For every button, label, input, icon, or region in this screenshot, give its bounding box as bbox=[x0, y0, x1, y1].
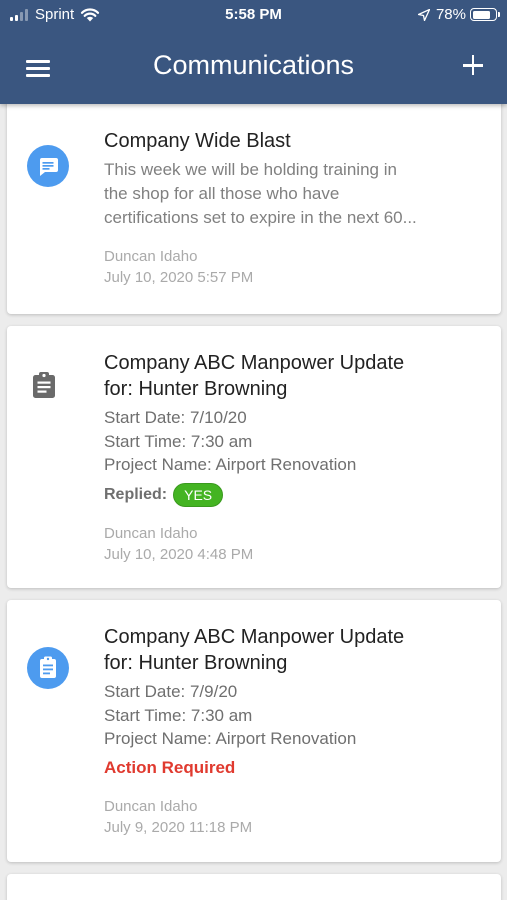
status-bar: Sprint 5:58 PM 78% bbox=[0, 0, 507, 32]
status-left: Sprint bbox=[10, 6, 100, 23]
app-bar: Communications bbox=[0, 32, 507, 104]
start-date: Start Date: 7/9/20 bbox=[104, 682, 238, 701]
start-time: Start Time: 7:30 am bbox=[104, 705, 253, 725]
preview-line: the shop for all those who have bbox=[104, 184, 340, 203]
wifi-icon bbox=[81, 8, 100, 22]
location-arrow-icon bbox=[417, 8, 430, 21]
message-icon bbox=[27, 145, 69, 187]
communications-list[interactable]: Company Wide Blast This week we will be … bbox=[0, 104, 507, 900]
status-right: 78% bbox=[417, 6, 500, 23]
status-badge: YES bbox=[173, 482, 224, 507]
card-title-line: Company ABC Manpower Update bbox=[104, 352, 405, 374]
clipboard-icon bbox=[33, 372, 55, 398]
author: Duncan Idaho bbox=[104, 797, 198, 815]
card-title: Company Wide Blast bbox=[104, 130, 291, 152]
project-name: Project Name: Airport Renovation bbox=[104, 729, 357, 748]
card-body: Company Wide Blast This week we will be … bbox=[104, 128, 485, 288]
card-title: Company ABC Manpower Update for: Hunter … bbox=[104, 350, 485, 402]
battery-icon bbox=[470, 8, 500, 21]
card-title-line: Company ABC Manpower Update bbox=[104, 626, 405, 648]
start-time: Start Time: 7:30 am bbox=[104, 431, 253, 451]
card-title: Company ABC Manpower Update for: Hunter … bbox=[104, 624, 485, 676]
battery-percent: 78% bbox=[435, 6, 466, 23]
page-title: Communications bbox=[152, 50, 355, 80]
action-required-label: Action Required bbox=[104, 757, 236, 777]
start-date: Start Date: 7/10/20 bbox=[104, 408, 247, 427]
preview-line: This week we will be holding training in bbox=[104, 160, 397, 179]
add-communication-button[interactable] bbox=[453, 46, 493, 86]
hamburger-menu-icon[interactable] bbox=[18, 50, 58, 86]
communication-card-partial[interactable] bbox=[7, 874, 501, 900]
card-body: Company ABC Manpower Update for: Hunter … bbox=[104, 350, 485, 565]
message-preview: This week we will be holding training in… bbox=[104, 158, 485, 230]
communication-card[interactable]: Company ABC Manpower Update for: Hunter … bbox=[7, 600, 501, 862]
preview-line: certifications set to expire in the next… bbox=[104, 208, 417, 227]
clipboard-icon bbox=[27, 647, 69, 689]
signal-icon bbox=[10, 8, 30, 21]
timestamp: July 10, 2020 5:57 PM bbox=[104, 269, 254, 286]
card-title-line: for: Hunter Browning bbox=[104, 652, 288, 674]
timestamp: July 9, 2020 11:18 PM bbox=[104, 818, 253, 836]
replied-row: Replied: YES bbox=[104, 482, 485, 507]
author: Duncan Idaho bbox=[104, 524, 198, 542]
communication-card[interactable]: Company ABC Manpower Update for: Hunter … bbox=[7, 326, 501, 588]
author: Duncan Idaho bbox=[104, 248, 198, 265]
timestamp: July 10, 2020 4:48 PM bbox=[104, 545, 254, 563]
card-title-line: for: Hunter Browning bbox=[104, 378, 288, 400]
header: Sprint 5:58 PM 78% Communications bbox=[0, 0, 507, 104]
card-body: Company ABC Manpower Update for: Hunter … bbox=[104, 624, 485, 838]
communication-card[interactable]: Company Wide Blast This week we will be … bbox=[7, 104, 501, 314]
replied-label: Replied: bbox=[104, 485, 168, 503]
carrier-name: Sprint bbox=[35, 6, 75, 23]
project-name: Project Name: Airport Renovation bbox=[104, 455, 357, 474]
